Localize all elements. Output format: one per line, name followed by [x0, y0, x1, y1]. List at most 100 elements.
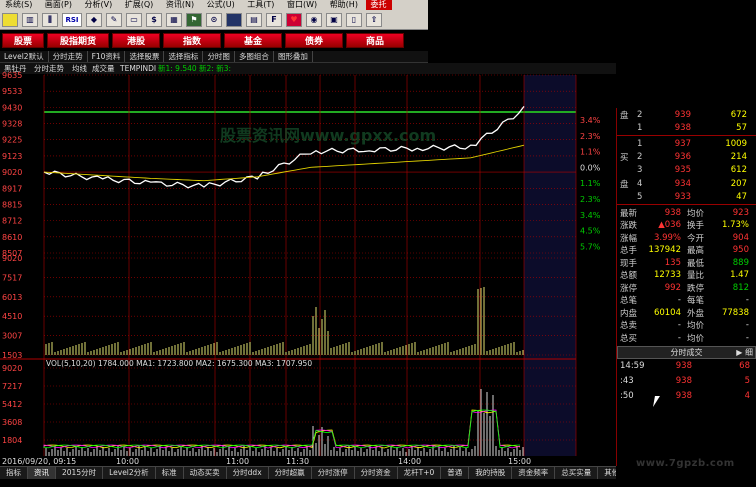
price-tick-label: 8712: [2, 217, 22, 226]
ask-row[interactable]: 盘 2 939 672: [617, 108, 756, 121]
price-tick-label: 9225: [2, 136, 22, 145]
bottom-tab[interactable]: 分时资金: [355, 467, 398, 479]
globe-icon[interactable]: ◉: [306, 12, 322, 27]
bottom-tab[interactable]: 资金频率: [512, 467, 556, 479]
chart-icon[interactable]: ▥: [22, 12, 38, 27]
quote-table: 最新 938 均价 923 涨跌 ▲036 换手 1.73% 涨幅 3.99% 今开 904 总手 137…: [617, 206, 756, 344]
pen-icon[interactable]: ✎: [106, 12, 122, 27]
export-icon[interactable]: ⇧: [366, 12, 382, 27]
screen-icon[interactable]: [226, 12, 242, 27]
bottom-tab[interactable]: 龙杆T+0: [398, 467, 442, 479]
f10-icon[interactable]: F: [266, 12, 282, 27]
indicator-tick-label: 3608: [2, 418, 22, 427]
bottom-tab[interactable]: 指标: [0, 467, 28, 479]
bid-row[interactable]: 3 935 612: [617, 164, 756, 177]
quote-k1: 涨停: [620, 283, 638, 294]
tab-overlay[interactable]: 图形叠加: [274, 51, 313, 62]
grid-icon[interactable]: ▦: [166, 12, 182, 27]
cat-bond[interactable]: 债券: [285, 33, 343, 48]
bottom-tab[interactable]: 资讯: [28, 467, 56, 479]
tab-multi-chart[interactable]: 多图组合: [235, 51, 274, 62]
bottom-tab[interactable]: 分时超赢: [269, 467, 312, 479]
menu-system[interactable]: 系统(S): [0, 0, 37, 10]
timesales-row: :43 938 5: [617, 374, 756, 389]
bottom-tab[interactable]: 2015分时: [56, 467, 104, 479]
tab-level2-default[interactable]: Level2默认: [0, 51, 49, 62]
heart-icon[interactable]: ♥: [286, 12, 302, 27]
cat-commodity[interactable]: 商品: [346, 33, 404, 48]
calculator-icon[interactable]: ▣: [326, 12, 342, 27]
menu-view[interactable]: 画面(P): [40, 0, 77, 10]
quote-k2: 跌停: [687, 283, 705, 294]
bottom-tab[interactable]: Level2分析: [103, 467, 156, 479]
menu-formula[interactable]: 公式(U): [202, 0, 240, 10]
tab-select-indicator[interactable]: 选择指标: [164, 51, 204, 62]
book-icon[interactable]: ▯: [346, 12, 362, 27]
tab-f10[interactable]: F10资料: [88, 51, 126, 62]
table-icon[interactable]: ▤: [246, 12, 262, 27]
bid-row[interactable]: 5 933 47: [617, 190, 756, 203]
bottom-tab[interactable]: 普通: [441, 467, 470, 479]
time-tick-label: 2016/09/20, 09:15: [2, 457, 76, 466]
quote-v1: -: [677, 295, 681, 306]
quote-v2: 923: [732, 207, 749, 218]
pin-icon[interactable]: ◆: [86, 12, 102, 27]
bottom-tab[interactable]: 我的持股: [469, 467, 513, 479]
menu-extend[interactable]: 扩展(Q): [120, 0, 159, 10]
ask-row[interactable]: 1 938 57: [617, 121, 756, 134]
quote-row: 最新 938 均价 923: [617, 206, 756, 219]
price-tick-label: 9328: [2, 120, 22, 129]
currency-icon[interactable]: $: [146, 12, 162, 27]
pct-tick-label: 1.1%: [580, 179, 601, 188]
time-tick-label: 11:30: [286, 457, 309, 466]
price-tick-label: 9020: [2, 168, 22, 177]
indicator-tick-label: 7217: [2, 382, 22, 391]
menu-analysis[interactable]: 分析(V): [80, 0, 118, 10]
mouse-cursor: [653, 396, 665, 407]
bottom-tab[interactable]: 动态买卖: [184, 467, 227, 479]
order-book-vol: 207: [730, 178, 747, 189]
bottom-tab[interactable]: 分时涨停: [312, 467, 355, 479]
rsi-button[interactable]: RSI: [62, 12, 82, 27]
quote-v1: -: [677, 320, 681, 331]
timesales-buttons[interactable]: ▶ 细: [736, 347, 753, 358]
order-book-level: 1: [637, 122, 643, 133]
bid-row[interactable]: 买 2 936 214: [617, 151, 756, 164]
bottom-tab[interactable]: 标准: [156, 467, 184, 479]
tab-intraday-chart[interactable]: 分时图: [203, 51, 235, 62]
menu-window[interactable]: 窗口(W): [282, 0, 322, 10]
bottom-tab[interactable]: 其他: [598, 467, 616, 479]
binoculars-icon[interactable]: ⊙: [206, 12, 222, 27]
quote-row: 总卖 - 均价 -: [617, 319, 756, 332]
order-book-price: 937: [674, 138, 691, 149]
pct-tick-label: 3.4%: [580, 211, 601, 220]
ruler-icon[interactable]: ▭: [126, 12, 142, 27]
bottom-tab[interactable]: 分时ddx: [227, 467, 269, 479]
sub-tab-bar: Level2默认 分时走势 F10资料 选择股票 选择指标 分时图 多图组合 图…: [0, 51, 428, 63]
quote-v1: 992: [664, 282, 681, 293]
pct-tick-label: 4.5%: [580, 227, 601, 236]
cat-index-futures[interactable]: 股指期货: [47, 33, 109, 48]
tab-select-stock[interactable]: 选择股票: [125, 51, 165, 62]
time-tick-label: 10:00: [116, 457, 139, 466]
folder-icon[interactable]: [2, 12, 18, 27]
order-book-price: 933: [674, 191, 691, 202]
menu-help[interactable]: 帮助(H): [325, 0, 363, 10]
bid-row[interactable]: 盘 4 934 207: [617, 177, 756, 190]
timesales-row: 14:59 938 68: [617, 359, 756, 374]
bid-row[interactable]: 1 937 1009: [617, 137, 756, 150]
tab-intraday[interactable]: 分时走势: [49, 51, 88, 62]
menu-tools[interactable]: 工具(T): [242, 0, 279, 10]
bottom-tab[interactable]: 总买实量: [555, 467, 599, 479]
cat-index[interactable]: 指数: [163, 33, 221, 48]
menu-news[interactable]: 资讯(N): [161, 0, 199, 10]
candle-icon[interactable]: ⫼: [42, 12, 58, 27]
flag-icon[interactable]: ⚑: [186, 12, 202, 27]
cat-hk-stock[interactable]: 港股: [112, 33, 160, 48]
order-book-vol: 672: [730, 109, 747, 120]
cat-fund[interactable]: 基金: [224, 33, 282, 48]
menu-order[interactable]: 委托: [365, 0, 392, 10]
quote-row: 现手 135 最低 889: [617, 256, 756, 269]
quote-k1: 总手: [620, 246, 638, 257]
cat-stock[interactable]: 股票: [2, 33, 44, 48]
